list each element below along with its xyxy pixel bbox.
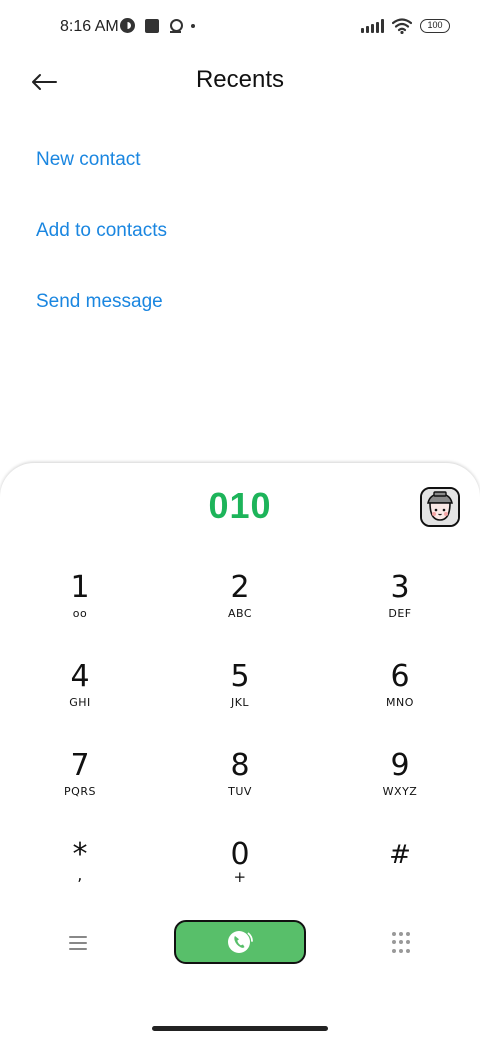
battery-icon: 100 (420, 19, 450, 33)
key-letters: GHI (69, 696, 91, 709)
signal-icon (361, 19, 384, 33)
key-6[interactable]: 6 MNO (340, 662, 460, 742)
key-0[interactable]: 0 + (180, 840, 300, 920)
key-letters: , (77, 865, 83, 884)
key-3[interactable]: 3 DEF (340, 573, 460, 653)
new-contact-link[interactable]: New contact (36, 140, 167, 211)
key-digit: 0 (230, 837, 250, 872)
key-digit: 2 (230, 570, 250, 605)
dot-icon (191, 23, 195, 28)
key-letters: WXYZ (382, 785, 418, 798)
page-title: Recents (195, 66, 285, 93)
key-letters: TUV (228, 785, 252, 798)
home-indicator[interactable] (152, 1026, 328, 1031)
screen: 8:16 AM 100 Recents New contact Add to c… (0, 0, 480, 1040)
voicemail-icon: oo (72, 607, 88, 620)
key-digit: 3 (390, 570, 410, 605)
status-time: 8:16 AM (60, 18, 119, 35)
key-digit: 6 (390, 659, 410, 694)
key-5[interactable]: 5 JKL (180, 662, 300, 742)
key-letters: PQRS (64, 785, 96, 798)
phone-call-icon (228, 931, 253, 953)
key-hash[interactable]: # (340, 840, 460, 920)
dialpad-toggle-button[interactable] (392, 932, 412, 954)
key-8[interactable]: 8 TUV (180, 751, 300, 831)
avatar[interactable] (420, 487, 460, 527)
avatar-sticker-icon (422, 489, 458, 525)
notification-icons (120, 18, 195, 33)
header: Recents (0, 56, 480, 108)
key-letters: MNO (386, 696, 414, 709)
menu-button[interactable] (66, 932, 90, 956)
key-1[interactable]: 1 oo (20, 573, 140, 653)
wifi-icon (392, 18, 412, 34)
system-icons: 100 (361, 18, 450, 34)
key-digit: # (389, 840, 411, 870)
square-icon (145, 18, 159, 33)
dialer-panel: 010 1 oo 2 ABC 3 DEF 4 GHI 5 JKL 6 MNO 7… (0, 463, 480, 1040)
key-letters: ABC (227, 607, 253, 620)
contact-actions: New contact Add to contacts Send message (36, 140, 167, 353)
key-digit: 8 (230, 748, 250, 783)
key-4[interactable]: 4 GHI (20, 662, 140, 742)
add-to-contacts-link[interactable]: Add to contacts (36, 211, 167, 282)
key-7[interactable]: 7 PQRS (20, 751, 140, 831)
key-star[interactable]: * , (20, 840, 140, 920)
dialed-number[interactable]: 010 (0, 485, 480, 527)
key-letters: + (233, 868, 247, 886)
key-2[interactable]: 2 ABC (180, 573, 300, 653)
key-digit: 7 (70, 748, 90, 783)
key-digit: 1 (70, 570, 90, 605)
call-button[interactable] (174, 920, 306, 964)
location-icon (169, 18, 183, 33)
send-message-link[interactable]: Send message (36, 282, 167, 353)
key-digit: 9 (390, 748, 410, 783)
status-bar: 8:16 AM 100 (0, 0, 480, 56)
key-9[interactable]: 9 WXYZ (340, 751, 460, 831)
data-saver-icon (120, 18, 135, 33)
key-letters: JKL (230, 696, 250, 709)
key-letters: DEF (388, 607, 412, 620)
key-digit: 5 (230, 659, 250, 694)
key-digit: 4 (70, 659, 90, 694)
dialer-bottom-bar (0, 920, 480, 968)
